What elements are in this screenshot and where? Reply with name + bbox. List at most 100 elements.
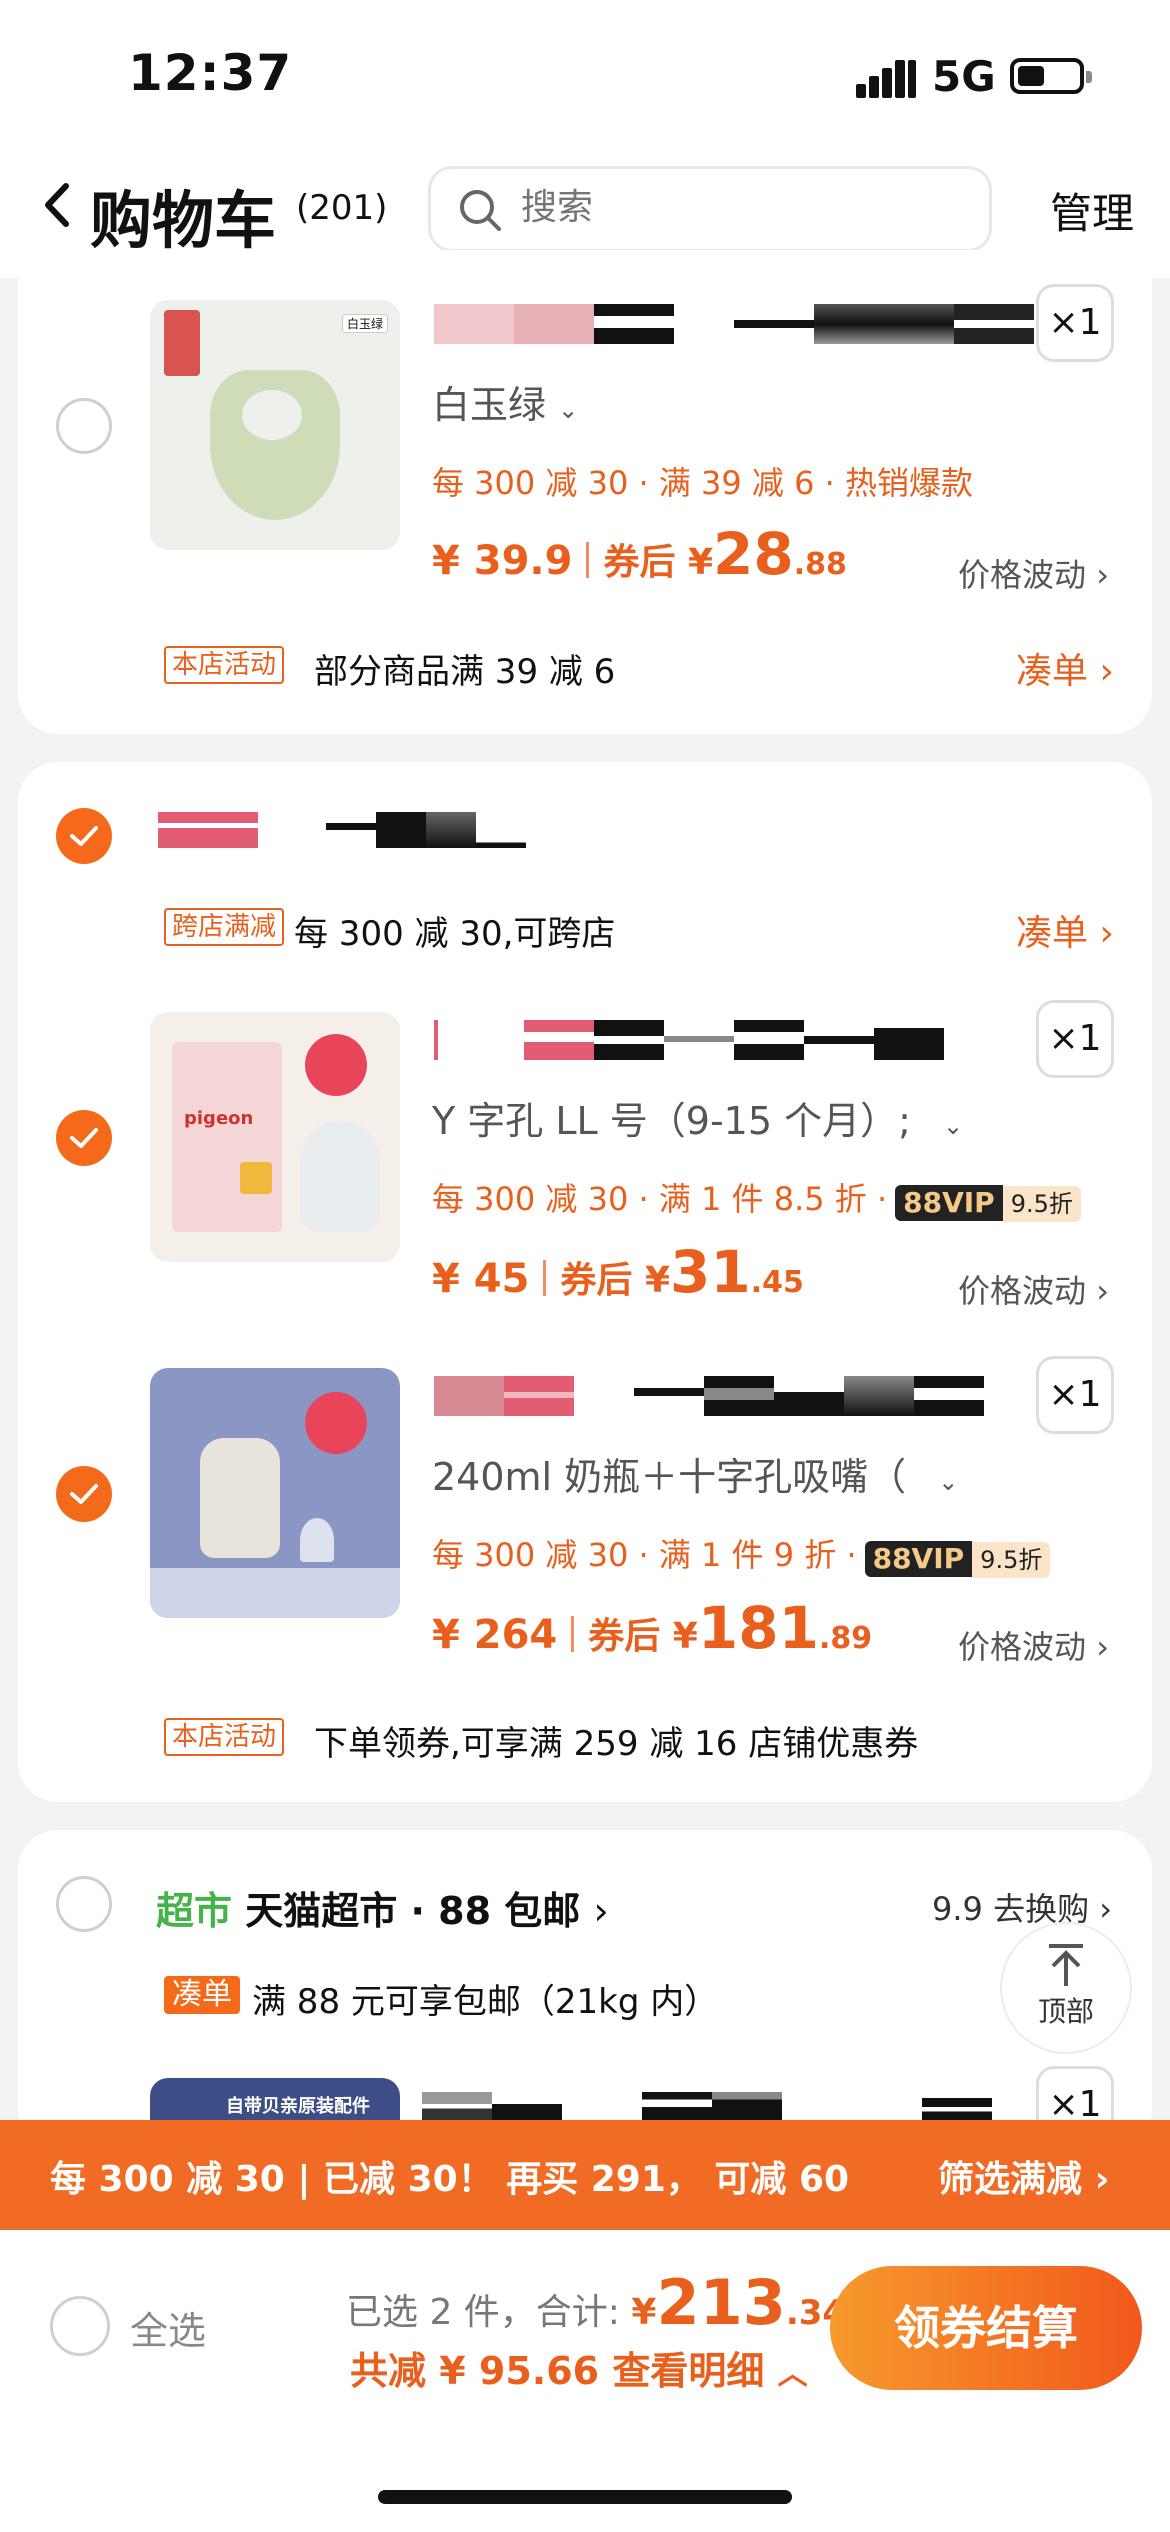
store-name: 天猫超市 · 88 包邮	[245, 1889, 581, 1933]
store-name-redacted[interactable]	[158, 812, 528, 848]
arrow-up-icon	[1049, 1944, 1083, 1986]
promo-text: 每 300 减 30 · 满 1 件 8.5 折 · 88VIP 9.5折	[432, 1174, 1081, 1222]
discount-progress-text: 每 300 减 30 | 已减 30！ 再买 291， 可减 60	[50, 2159, 850, 2200]
battery-icon	[1010, 58, 1092, 94]
item-checkbox[interactable]	[56, 1110, 112, 1166]
store-checkbox[interactable]	[56, 808, 112, 864]
price-row: ¥ 39.9 券后 ¥28.88	[432, 520, 847, 588]
total-amount: ¥213.34	[631, 2266, 846, 2339]
discount-detail-label: 共减 ¥ 95.66 查看明细	[350, 2349, 765, 2393]
filter-discount-label: 筛选满减	[938, 2159, 1083, 2200]
store-card-3: 超市 天猫超市 · 88 包邮 › 9.9 去换购 › 凑单 满 88 元可享包…	[18, 1830, 1152, 2158]
price-trend-label: 价格波动	[958, 1628, 1087, 1666]
chevron-down-icon: ⌄	[558, 396, 579, 424]
cou-dan-link[interactable]: 凑单 ›	[1016, 642, 1114, 694]
cross-store-text: 每 300 减 30,可跨店	[294, 914, 616, 954]
check-icon	[70, 826, 98, 846]
product-title-redacted	[434, 1020, 1014, 1060]
checkout-button[interactable]: 领券结算	[830, 2266, 1142, 2390]
store-checkbox[interactable]	[56, 1876, 112, 1932]
product-title-redacted	[422, 2092, 992, 2122]
total-int: 213	[656, 2266, 786, 2339]
product-image[interactable]	[150, 1368, 400, 1618]
search-input[interactable]	[521, 187, 961, 228]
discount-detail-link[interactable]: 共减 ¥ 95.66 查看明细 ︿	[350, 2340, 808, 2395]
check-icon	[70, 1128, 98, 1148]
coupon-label: 券后 ¥	[603, 542, 714, 583]
cou-dan-label: 凑单	[1016, 913, 1089, 954]
coupon-label: 券后 ¥	[560, 1260, 671, 1301]
filter-discount-link[interactable]: 筛选满减 ›	[938, 2150, 1109, 2202]
promo-label: 每 300 减 30 · 满 1 件 9 折 ·	[432, 1536, 857, 1574]
sku-selector[interactable]: Y 字孔 LL 号（9-15 个月）; ⌄	[432, 1090, 963, 1145]
product-image[interactable]: pigeon	[150, 1012, 400, 1262]
coupon-price-int: 28	[713, 520, 794, 588]
chevron-right-icon: ›	[1094, 2159, 1110, 2200]
discount-progress-bar: 每 300 减 30 | 已减 30！ 再买 291， 可减 60 筛选满减 ›	[0, 2120, 1170, 2230]
vip-label: 88VIP	[895, 1185, 1003, 1221]
promo-label: 每 300 减 30 · 满 1 件 8.5 折 ·	[432, 1180, 888, 1218]
chevron-right-icon: ›	[1096, 556, 1109, 594]
coupon-price-dec: .88	[793, 547, 847, 582]
currency-symbol: ¥	[631, 2292, 657, 2333]
status-time: 12:37	[128, 44, 293, 102]
thumb-tag: 白玉绿	[341, 314, 388, 333]
chevron-right-icon: ›	[1096, 1272, 1109, 1310]
cou-dan-link[interactable]: 凑单 ›	[1016, 904, 1114, 956]
product-title-redacted	[434, 1376, 984, 1416]
quantity-button[interactable]: ×1	[1036, 1356, 1114, 1434]
store-card-1: 白玉绿 ×1 白玉绿 ⌄ 每 300 减 30 · 满 39 减 6 · 热销爆…	[18, 250, 1152, 734]
back-to-top-label: 顶部	[1037, 1995, 1094, 2028]
manage-button[interactable]: 管理	[1050, 180, 1134, 241]
price: ¥ 39.9	[432, 538, 573, 584]
sku-label: 240ml 奶瓶＋十字孔吸嘴（	[432, 1455, 907, 1499]
sku-label: 白玉绿	[432, 383, 547, 427]
check-icon	[70, 1484, 98, 1504]
top-bar: 12:37 5G 购物车 (201) 管理	[0, 0, 1170, 278]
free-shipping-text: 满 88 元可享包邮（21kg 内）	[252, 1982, 719, 2022]
price-trend-link[interactable]: 价格波动 ›	[958, 1622, 1109, 1668]
select-all-label[interactable]: 全选	[130, 2300, 206, 2355]
item-checkbox[interactable]	[56, 398, 112, 454]
vip-discount: 9.5折	[1002, 1186, 1081, 1222]
chevron-right-icon: ›	[593, 1889, 609, 1933]
vip-label: 88VIP	[864, 1541, 973, 1577]
sku-selector[interactable]: 白玉绿 ⌄	[432, 374, 578, 429]
back-to-top-button[interactable]: 顶部	[1000, 1922, 1132, 2054]
cross-store-tag: 跨店满减	[164, 908, 285, 946]
home-indicator	[378, 2490, 792, 2504]
sku-selector[interactable]: 240ml 奶瓶＋十字孔吸嘴（ ⌄	[432, 1446, 958, 1501]
price: ¥ 45	[432, 1256, 530, 1302]
price-row: ¥ 45 券后 ¥31.45	[432, 1238, 804, 1306]
store-card-2: 跨店满减 每 300 减 30,可跨店 凑单 › pigeon ×1 Y 字孔 …	[18, 762, 1152, 1802]
vip-discount: 9.5折	[972, 1542, 1051, 1578]
store-name-link[interactable]: 超市 天猫超市 · 88 包邮 ›	[156, 1880, 609, 1935]
price-trend-link[interactable]: 价格波动 ›	[958, 1266, 1109, 1312]
page-title: 购物车	[90, 184, 277, 257]
product-image[interactable]: 白玉绿	[150, 300, 400, 550]
cou-dan-label: 凑单	[1016, 651, 1089, 692]
signal-icon	[856, 58, 916, 98]
vip-badge: 88VIP 9.5折	[864, 1539, 1051, 1578]
quantity-button[interactable]: ×1	[1036, 1000, 1114, 1078]
quantity-button[interactable]: ×1	[1036, 284, 1114, 362]
product-title-redacted	[434, 304, 1034, 344]
item-checkbox[interactable]	[56, 1466, 112, 1522]
coupon-price-dec: .45	[750, 1265, 804, 1300]
price-trend-link[interactable]: 价格波动 ›	[958, 550, 1109, 596]
activity-text: 部分商品满 39 减 6	[314, 652, 616, 692]
back-icon[interactable]	[40, 180, 74, 230]
thumb-text: 自带贝亲原装配件	[226, 2096, 370, 2117]
price-trend-label: 价格波动	[958, 1272, 1087, 1310]
activity-text: 下单领券,可享满 259 减 16 店铺优惠券	[314, 1724, 919, 1764]
select-all-checkbox[interactable]	[50, 2296, 110, 2356]
chevron-right-icon: ›	[1099, 1890, 1113, 1928]
search-box[interactable]	[428, 166, 992, 252]
supermarket-badge: 超市	[156, 1889, 233, 1933]
coupon-label: 券后 ¥	[588, 1616, 698, 1657]
chevron-up-icon: ︿	[777, 2357, 808, 2392]
chevron-right-icon: ›	[1096, 1628, 1109, 1666]
cart-count: (201)	[296, 188, 388, 228]
search-icon	[460, 190, 501, 231]
selected-count: 已选 2 件，合计:	[346, 2292, 620, 2333]
